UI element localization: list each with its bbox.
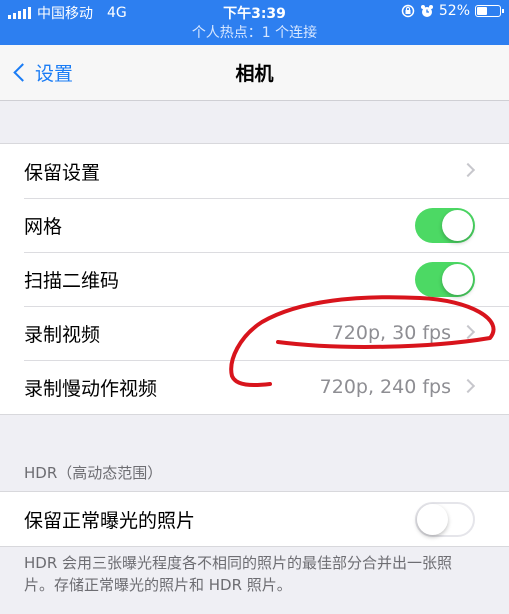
- page-title: 相机: [235, 63, 274, 85]
- toggle-knob: [442, 263, 473, 295]
- keep-normal-photo-label: 保留正常曝光的照片: [24, 509, 196, 532]
- keep-normal-photo-toggle[interactable]: [415, 501, 475, 537]
- rotation-lock-icon: [401, 4, 415, 18]
- hdr-group: 保留正常曝光的照片: [0, 491, 509, 547]
- status-right: 52%: [401, 3, 504, 19]
- grid-label: 网格: [24, 215, 63, 238]
- nav-bar: 设置 相机: [0, 45, 509, 101]
- battery-fill: [477, 7, 487, 15]
- record-video-row[interactable]: 录制视频 720p, 30 fps: [0, 306, 509, 360]
- grid-row: 网格: [0, 198, 509, 252]
- keep-normal-photo-row: 保留正常曝光的照片: [0, 492, 509, 546]
- preserve-settings-row[interactable]: 保留设置: [0, 144, 509, 198]
- chevron-right-icon: [460, 378, 476, 394]
- scan-qr-label: 扫描二维码: [24, 269, 120, 292]
- record-video-label: 录制视频: [24, 323, 101, 346]
- battery-percent: 52%: [438, 3, 470, 19]
- battery-icon: [475, 5, 504, 17]
- record-slomo-label: 录制慢动作视频: [24, 377, 158, 400]
- chevron-right-icon: [460, 162, 476, 178]
- hotspot-banner[interactable]: 个人热点：1 个连接: [0, 22, 509, 45]
- scan-qr-toggle[interactable]: [415, 261, 475, 297]
- camera-settings-group: 保留设置 网格 扫描二维码 录制视频 720p, 30 fps 录制慢动作视频 …: [0, 143, 509, 415]
- toggle-knob: [417, 503, 448, 535]
- hdr-section-header: HDR（高动态范围）: [24, 464, 163, 482]
- alarm-icon: [420, 5, 433, 17]
- record-slomo-value: 720p, 240 fps: [319, 376, 451, 398]
- hdr-footer-text: HDR 会用三张曝光程度各不相同的照片的最佳部分合并出一张照片。存储正常曝光的照…: [24, 554, 453, 594]
- status-bar: 中国移动 4G 下午3:39 52%: [0, 0, 509, 22]
- toggle-knob: [442, 209, 473, 241]
- scan-qr-row: 扫描二维码: [0, 252, 509, 306]
- record-video-value: 720p, 30 fps: [331, 322, 451, 344]
- record-slomo-row[interactable]: 录制慢动作视频 720p, 240 fps: [0, 360, 509, 414]
- chevron-right-icon: [460, 324, 476, 340]
- grid-toggle[interactable]: [415, 207, 475, 243]
- preserve-settings-label: 保留设置: [24, 161, 101, 184]
